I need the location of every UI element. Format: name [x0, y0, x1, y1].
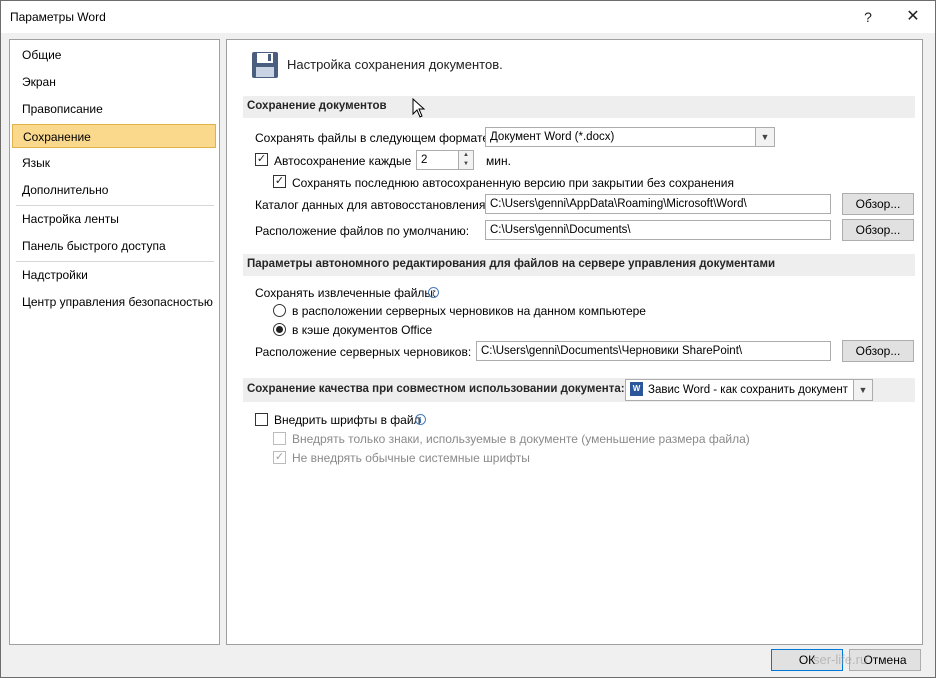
content-panel: Настройка сохранения документов. Сохране…	[226, 39, 923, 645]
document-value: Завис Word - как сохранить документ	[648, 384, 848, 396]
save-checked-out-label: Сохранять извлеченные файлы:	[255, 286, 437, 300]
section-title: Сохранение качества при совместном испол…	[247, 383, 625, 395]
autosave-minutes-stepper[interactable]: 2 ▲ ▼	[416, 150, 474, 170]
no-common-fonts-label: Не внедрять обычные системные шрифты	[292, 451, 530, 465]
default-location-label: Расположение файлов по умолчанию:	[255, 224, 470, 238]
autosave-label: Автосохранение каждые	[274, 154, 412, 168]
nav-panel: Общие Экран Правописание Сохранение Язык…	[9, 39, 220, 645]
default-location-input[interactable]: C:\Users\genni\Documents\	[485, 220, 831, 240]
keep-last-checkbox[interactable]: ✓	[273, 175, 286, 188]
radio-office-cache[interactable]	[273, 323, 286, 336]
format-dropdown[interactable]: Документ Word (*.docx) ▼	[485, 127, 775, 147]
mouse-cursor-icon	[412, 98, 426, 118]
info-icon[interactable]: i	[428, 287, 439, 298]
browse-drafts-button[interactable]: Обзор...	[842, 340, 914, 362]
spin-buttons[interactable]: ▲ ▼	[458, 151, 473, 169]
radio-server-drafts[interactable]	[273, 304, 286, 317]
format-value: Документ Word (*.docx)	[490, 131, 615, 143]
nav-item-ribbon[interactable]: Настройка ленты	[12, 207, 216, 231]
section-header-offline: Параметры автономного редактирования для…	[243, 254, 915, 276]
document-dropdown[interactable]: W Завис Word - как сохранить документ ▼	[625, 379, 873, 401]
info-icon[interactable]: i	[415, 414, 426, 425]
section-header-save: Сохранение документов	[243, 96, 915, 118]
watermark: ser-life.ru	[813, 652, 868, 667]
floppy-disk-icon	[252, 52, 278, 78]
spin-down-icon[interactable]: ▼	[459, 160, 473, 169]
nav-item-addins[interactable]: Надстройки	[12, 263, 216, 287]
nav-item-trust-center[interactable]: Центр управления безопасностью	[12, 290, 216, 314]
autosave-checkbox[interactable]: ✓	[255, 153, 268, 166]
radio-office-cache-label: в кэше документов Office	[292, 323, 433, 337]
close-button[interactable]: ✕	[891, 1, 935, 33]
help-button[interactable]: ?	[846, 1, 890, 33]
keep-last-label: Сохранять последнюю автосохраненную верс…	[292, 176, 734, 190]
browse-default-button[interactable]: Обзор...	[842, 219, 914, 241]
autosave-unit: мин.	[486, 154, 511, 168]
embed-only-used-checkbox[interactable]	[273, 432, 286, 445]
browse-autorecover-button[interactable]: Обзор...	[842, 193, 914, 215]
no-common-fonts-checkbox[interactable]: ✓	[273, 451, 286, 464]
server-drafts-label: Расположение серверных черновиков:	[255, 345, 472, 359]
section-title: Сохранение документов	[247, 100, 387, 112]
nav-item-general[interactable]: Общие	[12, 43, 216, 67]
nav-item-save[interactable]: Сохранение	[12, 124, 216, 148]
autorecover-path-input[interactable]: C:\Users\genni\AppData\Roaming\Microsoft…	[485, 194, 831, 214]
dialog-window: Параметры Word ? ✕ Общие Экран Правописа…	[0, 0, 936, 678]
embed-only-used-label: Внедрять только знаки, используемые в до…	[292, 432, 750, 446]
embed-fonts-label: Внедрить шрифты в файл	[274, 413, 421, 427]
window-title: Параметры Word	[10, 10, 106, 24]
page-title: Настройка сохранения документов.	[287, 57, 503, 72]
autosave-value: 2	[421, 154, 428, 166]
autorecover-label: Каталог данных для автовосстановления:	[255, 198, 489, 212]
format-label: Сохранять файлы в следующем формате:	[255, 131, 493, 145]
nav-item-advanced[interactable]: Дополнительно	[12, 178, 216, 202]
chevron-down-icon[interactable]: ▼	[853, 380, 872, 400]
nav-item-proofing[interactable]: Правописание	[12, 97, 216, 121]
word-document-icon: W	[630, 382, 643, 396]
embed-fonts-checkbox[interactable]	[255, 413, 268, 426]
spin-up-icon[interactable]: ▲	[459, 151, 473, 160]
nav-item-quick-access[interactable]: Панель быстрого доступа	[12, 234, 216, 258]
radio-server-drafts-label: в расположении серверных черновиков на д…	[292, 304, 646, 318]
nav-item-display[interactable]: Экран	[12, 70, 216, 94]
nav-separator	[16, 261, 214, 262]
chevron-down-icon[interactable]: ▼	[755, 128, 774, 146]
section-title: Параметры автономного редактирования для…	[247, 258, 776, 270]
nav-separator	[16, 205, 214, 206]
title-bar: Параметры Word ? ✕	[1, 1, 935, 33]
nav-item-language[interactable]: Язык	[12, 151, 216, 175]
server-drafts-input[interactable]: C:\Users\genni\Documents\Черновики Share…	[476, 341, 831, 361]
